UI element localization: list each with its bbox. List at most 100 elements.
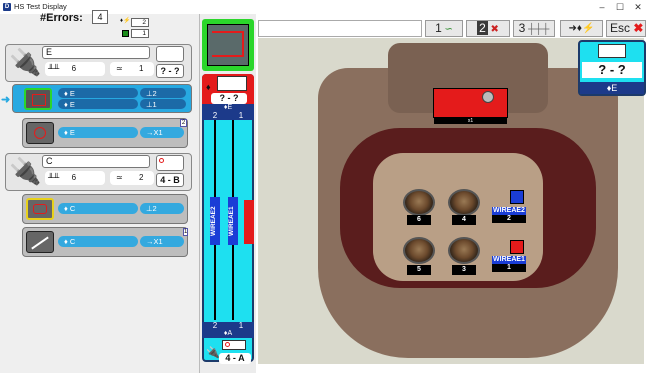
escape-label: Esc <box>610 21 631 35</box>
error-row: ♦ E <box>58 127 138 138</box>
error-row-value: →X1 <box>140 236 184 247</box>
bottom-connector-pins: 21 ♦A <box>202 322 254 338</box>
plug-icon: 🔌 <box>9 47 42 77</box>
wires-icon: ≃ <box>116 64 125 73</box>
wire-tag: WIREAE2 2 <box>492 207 526 225</box>
latch-label: x1 <box>434 118 507 124</box>
wire-icon: ∽ <box>441 24 453 35</box>
mini-count-1: 2 <box>131 18 149 27</box>
wire-pin: 1 <box>492 264 526 272</box>
red-dot-icon <box>159 158 164 163</box>
cavity-label: 3 <box>452 265 476 275</box>
top-connector-name: E <box>227 104 233 111</box>
preview-thumbnail <box>598 44 626 58</box>
bottom-connector-name: A <box>227 330 233 337</box>
connector-position: 4 - B <box>156 173 184 187</box>
connector-name: C <box>42 155 150 168</box>
pin-cavity <box>403 237 435 264</box>
mode-2-button[interactable]: 2 ✖ <box>466 20 510 37</box>
error-badge: 1 <box>183 228 188 236</box>
pins-field: ╨╨ 6 <box>45 62 105 76</box>
wires-count: 2 <box>138 173 144 182</box>
maximize-button[interactable]: ☐ <box>612 1 628 13</box>
wire-label: WIREAE1 <box>228 197 238 245</box>
error-row: ♦ C <box>58 203 138 214</box>
errors-label: #Errors: <box>40 12 83 24</box>
plug-icon: 🔌 <box>9 156 42 186</box>
pin-numbers: 21 <box>202 322 254 330</box>
red-dot-icon <box>225 342 230 347</box>
error-row-label: E <box>69 128 75 137</box>
mode-1-button[interactable]: 1 ∽ <box>425 20 463 37</box>
pin-cavity <box>448 189 480 216</box>
connector-thumbnail <box>156 46 184 62</box>
pin-cavity <box>403 189 435 216</box>
flip-icon-frame <box>207 24 249 66</box>
preview-connector-name: E <box>611 83 618 93</box>
pin-numbers: 21 <box>202 112 254 120</box>
pin-number: 1 <box>238 321 244 330</box>
cavity-label: 5 <box>407 265 431 275</box>
error-thumb <box>24 88 52 110</box>
error-row-label: C <box>69 237 76 246</box>
wires-count: 1 <box>138 64 144 73</box>
latch-screw <box>482 91 494 103</box>
top-connector-label: ♦E <box>223 104 233 111</box>
mode-2-label: 2 <box>477 21 488 35</box>
pins-field: ╨╨ 6 <box>45 171 105 185</box>
arrow-plug-icon: ➜♦⚡ <box>568 23 595 34</box>
error-row: ♦ C <box>58 236 138 247</box>
close-button[interactable]: ✕ <box>630 1 646 13</box>
top-connector-position: ? - ? <box>211 93 247 104</box>
pin-number: 1 <box>238 111 244 120</box>
bottom-connector-label: ♦A <box>223 330 233 337</box>
no-wire-icon: ✖ <box>487 24 499 35</box>
wire-marker-2 <box>510 190 524 204</box>
app-icon: D <box>3 3 11 11</box>
open-circuit-icon <box>34 127 46 139</box>
error-row-value: ⊥1 <box>140 99 186 109</box>
wires-icon: ≃ <box>116 173 125 182</box>
connector-position: ? - ? <box>156 64 184 78</box>
pins-icon: ┼┼┼ <box>525 24 550 35</box>
error-row-value: →X1 <box>140 127 184 138</box>
error-badge: 2 <box>180 119 187 127</box>
wire-tag: WIREAE1 1 <box>492 256 526 274</box>
test-button[interactable]: ➜♦⚡ <box>560 20 603 37</box>
cavity-label: 6 <box>407 215 431 225</box>
pin-number: 2 <box>212 111 218 120</box>
bottom-connector-position: 4 - A <box>219 353 251 364</box>
mini-square-icon <box>122 30 129 37</box>
mini-count-2: 1 <box>131 29 149 38</box>
search-input[interactable] <box>258 20 422 37</box>
top-connector-pins: ♦E 21 <box>202 104 254 120</box>
error-thumb <box>26 122 54 144</box>
error-row-label: C <box>69 204 76 213</box>
mode-3-button[interactable]: 3 ┼┼┼ <box>513 20 555 37</box>
wire-label: WIREAE2 <box>210 197 220 245</box>
swap-arrows-icon <box>212 31 244 57</box>
pin-cavity <box>448 237 480 264</box>
preview-connector: ♦E <box>580 82 644 94</box>
error-row-value: ⊥2 <box>140 88 186 98</box>
window-title: HS Test Display <box>14 2 67 11</box>
pins-count: 6 <box>71 173 77 182</box>
plug-icon: ♦ <box>206 82 211 92</box>
wire-name: WIREAE2 <box>492 207 526 215</box>
escape-button[interactable]: Esc ✖ <box>606 20 646 37</box>
close-x-icon: ✖ <box>630 21 644 35</box>
cavity-label: 4 <box>452 215 476 225</box>
wire-marker-1 <box>510 240 524 254</box>
broken-wire-icon <box>31 236 49 250</box>
minimize-button[interactable]: – <box>594 1 610 13</box>
latch-marker <box>433 88 508 118</box>
top-connector-thumbnail <box>217 76 247 91</box>
pins-count: 6 <box>71 64 77 73</box>
flip-button[interactable] <box>202 19 254 71</box>
wire-name: WIREAE1 <box>492 256 526 264</box>
error-thumb <box>26 198 54 220</box>
pin-number: 2 <box>212 321 218 330</box>
error-row-label: E <box>69 89 75 98</box>
error-row: ♦ E <box>58 99 138 109</box>
errors-count: 4 <box>92 10 108 24</box>
